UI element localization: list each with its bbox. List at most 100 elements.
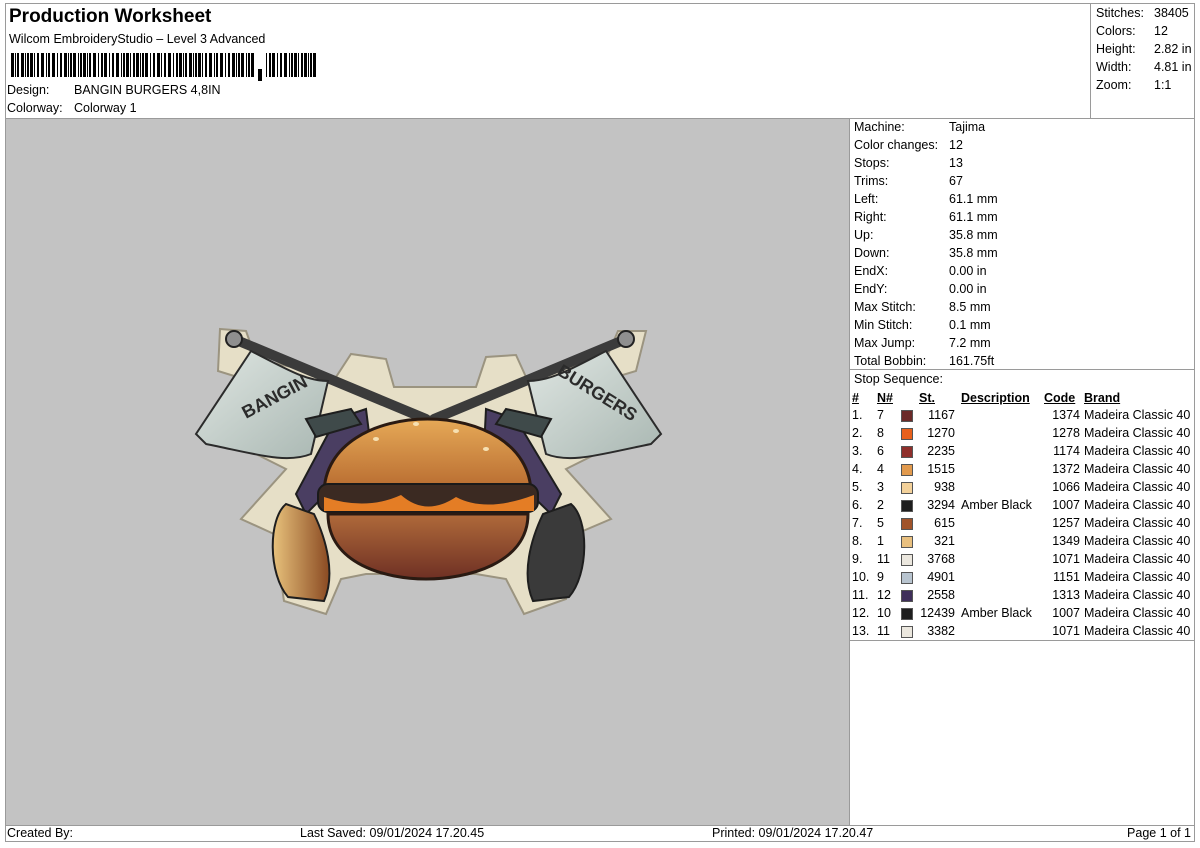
barcode-bar (104, 53, 107, 77)
row-code: 1349 (1052, 534, 1080, 548)
color-swatch (901, 607, 913, 620)
barcode-bar (246, 53, 247, 77)
row-code: 1066 (1052, 480, 1080, 494)
machine-info-label: Down: (854, 246, 890, 260)
barcode-bar (21, 53, 24, 77)
row-brand: Madeira Classic 40 (1084, 552, 1191, 566)
barcode-bar (209, 53, 212, 77)
row-brand: Madeira Classic 40 (1084, 570, 1191, 584)
color-swatch (901, 481, 913, 494)
row-index: 1. (852, 408, 863, 422)
row-code: 1151 (1053, 570, 1080, 584)
row-index: 2. (852, 426, 863, 440)
height-label: Height: (1096, 42, 1136, 56)
barcode-bar (83, 53, 86, 77)
table-row[interactable]: 11. 12 2558 1313 Madeira Classic 40 (852, 586, 1190, 604)
barcode-bar (289, 53, 290, 77)
stop-sequence-table: # N# St. Description Code Brand 1. 7 1167 1… (852, 389, 1190, 640)
machine-info-label: EndY: (854, 282, 888, 296)
row-description (955, 622, 1044, 640)
barcode-bar (121, 53, 122, 77)
summary-panel: Stitches: 38405 Colors: 12 Height: 2.82 in … (1090, 3, 1195, 118)
machine-info-row: Trims: 67 (854, 174, 963, 188)
design-row: Design: BANGIN BURGERS 4,8IN (7, 83, 221, 97)
row-description (955, 460, 1044, 478)
color-swatch (901, 427, 913, 440)
barcode-bar (272, 53, 275, 77)
barcode-bar (25, 53, 26, 77)
color-swatch (901, 571, 913, 584)
row-code: 1374 (1052, 408, 1080, 422)
last-saved: Last Saved: 09/01/2024 17.20.45 (300, 826, 485, 840)
row-brand: Madeira Classic 40 (1084, 498, 1191, 512)
table-row[interactable]: 10. 9 4901 1151 Madeira Classic 40 (852, 568, 1190, 586)
table-row[interactable]: 2. 8 1270 1278 Madeira Classic 40 (852, 424, 1190, 442)
barcode-bar (93, 53, 96, 77)
row-index: 6. (852, 498, 863, 512)
barcode-bar (195, 53, 197, 77)
color-swatch (901, 517, 913, 530)
table-row[interactable]: 3. 6 2235 1174 Madeira Classic 40 (852, 442, 1190, 460)
barcode-bar (291, 53, 293, 77)
machine-info-label: Up: (854, 228, 874, 242)
machine-info-label: Stops: (854, 156, 890, 170)
barcode-bar (101, 53, 103, 77)
barcode-bar (225, 53, 226, 77)
table-row[interactable]: 1. 7 1167 1374 Madeira Classic 40 (852, 406, 1190, 424)
row-code: 1313 (1052, 588, 1080, 602)
table-row[interactable]: 8. 1 321 1349 Madeira Classic 40 (852, 532, 1190, 550)
barcode-bar (294, 53, 297, 77)
table-row[interactable]: 9. 11 3768 1071 Madeira Classic 40 (852, 550, 1190, 568)
barcode-bar (251, 53, 254, 77)
color-swatch (901, 463, 913, 476)
row-needle: 2 (877, 498, 884, 512)
barcode-bar (87, 53, 88, 77)
row-code: 1278 (1052, 426, 1080, 440)
design-value: BANGIN BURGERS 4,8IN (74, 83, 221, 97)
barcode-bar (15, 53, 16, 77)
machine-info-value: Tajima (949, 120, 986, 134)
barcode-bar (189, 53, 192, 77)
table-row[interactable]: 5. 3 938 1066 Madeira Classic 40 (852, 478, 1190, 496)
color-swatch (901, 589, 913, 602)
barcode-bar (142, 53, 144, 77)
barcode-bar (73, 53, 76, 77)
machine-info-label: Max Jump: (854, 336, 916, 350)
machine-info-label: Min Stitch: (854, 318, 913, 332)
width-label: Width: (1096, 60, 1132, 74)
row-code: 1071 (1052, 552, 1080, 566)
row-description (955, 406, 1044, 424)
zoom-value: 1:1 (1154, 78, 1172, 92)
table-row[interactable]: 7. 5 615 1257 Madeira Classic 40 (852, 514, 1190, 532)
table-row[interactable]: 13. 11 3382 1071 Madeira Classic 40 (852, 622, 1190, 640)
row-brand: Madeira Classic 40 (1084, 408, 1191, 422)
row-needle: 12 (877, 588, 891, 602)
row-index: 13. (852, 624, 870, 638)
machine-info-row: Machine: Tajima (854, 120, 985, 134)
barcode-bar (280, 53, 282, 77)
barcode-bar (238, 53, 240, 77)
embroidery-preview: BANGIN BURGERS (194, 327, 663, 616)
col-stitches: St. (919, 390, 935, 405)
table-row[interactable]: 6. 2 3294 Amber Black 1007 Madeira Classic 40 (852, 496, 1190, 514)
width-value: 4.81 in (1154, 60, 1192, 74)
barcode-bar (220, 53, 223, 77)
design-canvas[interactable]: BANGIN BURGERS (6, 119, 849, 825)
row-index: 5. (852, 480, 863, 494)
info-panel: Machine: Tajima Color changes: 12 Stops: 13 Tr… (850, 119, 1194, 825)
barcode-bar (298, 53, 299, 77)
table-row[interactable]: 12. 10 12439 Amber Black 1007 Madeira Classic… (852, 604, 1190, 622)
col-index: # (852, 390, 859, 405)
row-index: 12. (852, 606, 870, 620)
machine-info-value: 0.00 in (949, 264, 987, 278)
machine-info-label: Right: (854, 210, 887, 224)
barcode-bar (126, 53, 129, 77)
colorway-value: Colorway 1 (74, 101, 137, 115)
barcode-bar (173, 53, 174, 77)
machine-info-value: 0.1 mm (949, 318, 991, 332)
row-description: Amber Black (961, 498, 1032, 512)
row-description (955, 514, 1044, 532)
barcode-bar (301, 53, 303, 77)
barcode-bar (89, 53, 91, 77)
table-row[interactable]: 4. 4 1515 1372 Madeira Classic 40 (852, 460, 1190, 478)
